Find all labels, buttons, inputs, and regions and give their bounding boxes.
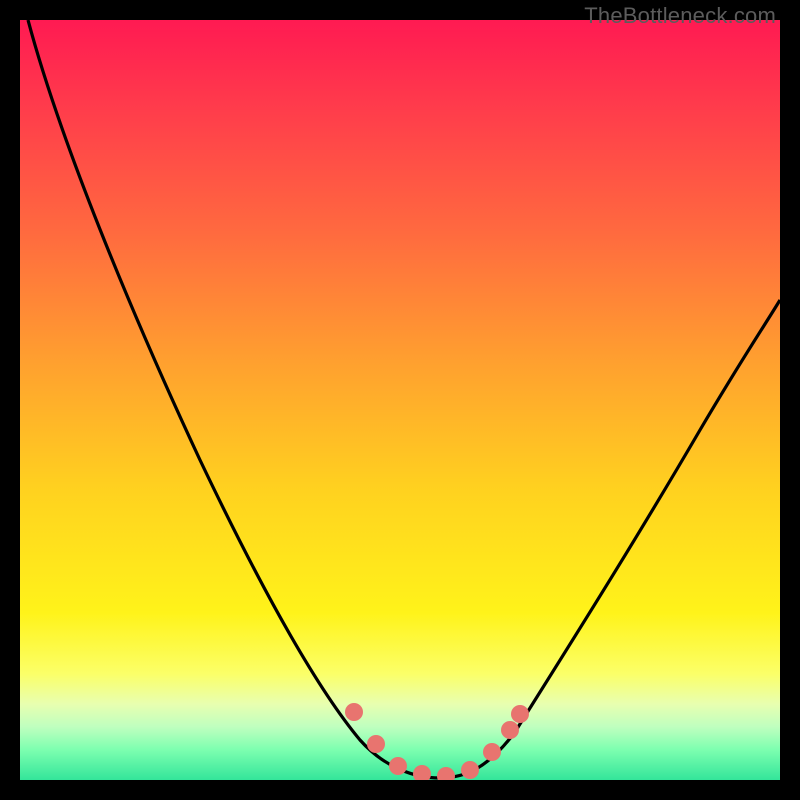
marker-dot [501, 721, 519, 739]
plot-area [20, 20, 780, 780]
curve-layer [20, 20, 780, 780]
bottleneck-curve [28, 20, 780, 778]
marker-group [345, 703, 529, 780]
marker-dot [483, 743, 501, 761]
chart-frame: TheBottleneck.com [0, 0, 800, 800]
marker-dot [413, 765, 431, 780]
marker-dot [389, 757, 407, 775]
watermark-text: TheBottleneck.com [584, 3, 776, 29]
marker-dot [437, 767, 455, 780]
marker-dot [461, 761, 479, 779]
marker-dot [367, 735, 385, 753]
marker-dot [511, 705, 529, 723]
marker-dot [345, 703, 363, 721]
